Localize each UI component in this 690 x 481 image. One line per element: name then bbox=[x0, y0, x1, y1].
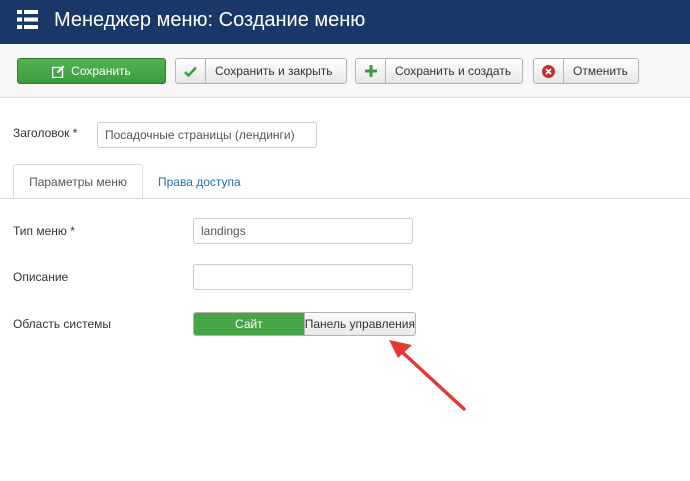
save-and-close-button[interactable]: Сохранить и закрыть bbox=[175, 58, 347, 84]
cancel-label: Отменить bbox=[573, 64, 628, 78]
menu-type-label: Тип меню * bbox=[13, 224, 75, 238]
edit-icon bbox=[52, 65, 65, 78]
cancel-button[interactable]: Отменить bbox=[533, 58, 639, 84]
description-input[interactable] bbox=[193, 264, 413, 290]
tab-menu-details[interactable]: Параметры меню bbox=[13, 164, 143, 199]
save-button-label: Сохранить bbox=[71, 64, 131, 78]
app-header: Менеджер меню: Создание меню bbox=[0, 0, 690, 44]
save-and-new-button[interactable]: Сохранить и создать bbox=[355, 58, 523, 84]
list-icon[interactable] bbox=[17, 10, 38, 29]
toolbar: Сохранить Сохранить и закрыть Сохранить … bbox=[0, 44, 690, 98]
client-area-label: Область системы bbox=[13, 317, 112, 331]
menu-type-input[interactable]: landings bbox=[193, 218, 413, 244]
page-title: Менеджер меню: Создание меню bbox=[54, 9, 366, 31]
cancel-circle-icon bbox=[534, 59, 564, 83]
tab-permissions[interactable]: Права доступа bbox=[158, 164, 241, 199]
client-option-site[interactable]: Сайт bbox=[194, 313, 304, 335]
client-area-toggle: Сайт Панель управления bbox=[193, 312, 416, 336]
check-icon bbox=[176, 59, 206, 83]
save-and-new-label: Сохранить и создать bbox=[395, 64, 512, 78]
tabs-divider bbox=[0, 198, 690, 199]
client-option-administrator[interactable]: Панель управления bbox=[303, 313, 415, 335]
plus-icon bbox=[356, 59, 386, 83]
title-label: Заголовок * bbox=[13, 126, 78, 140]
title-input[interactable]: Посадочные страницы (лендинги) bbox=[97, 122, 317, 148]
save-and-close-label: Сохранить и закрыть bbox=[215, 64, 333, 78]
save-button[interactable]: Сохранить bbox=[17, 58, 166, 84]
description-label: Описание bbox=[13, 270, 69, 284]
